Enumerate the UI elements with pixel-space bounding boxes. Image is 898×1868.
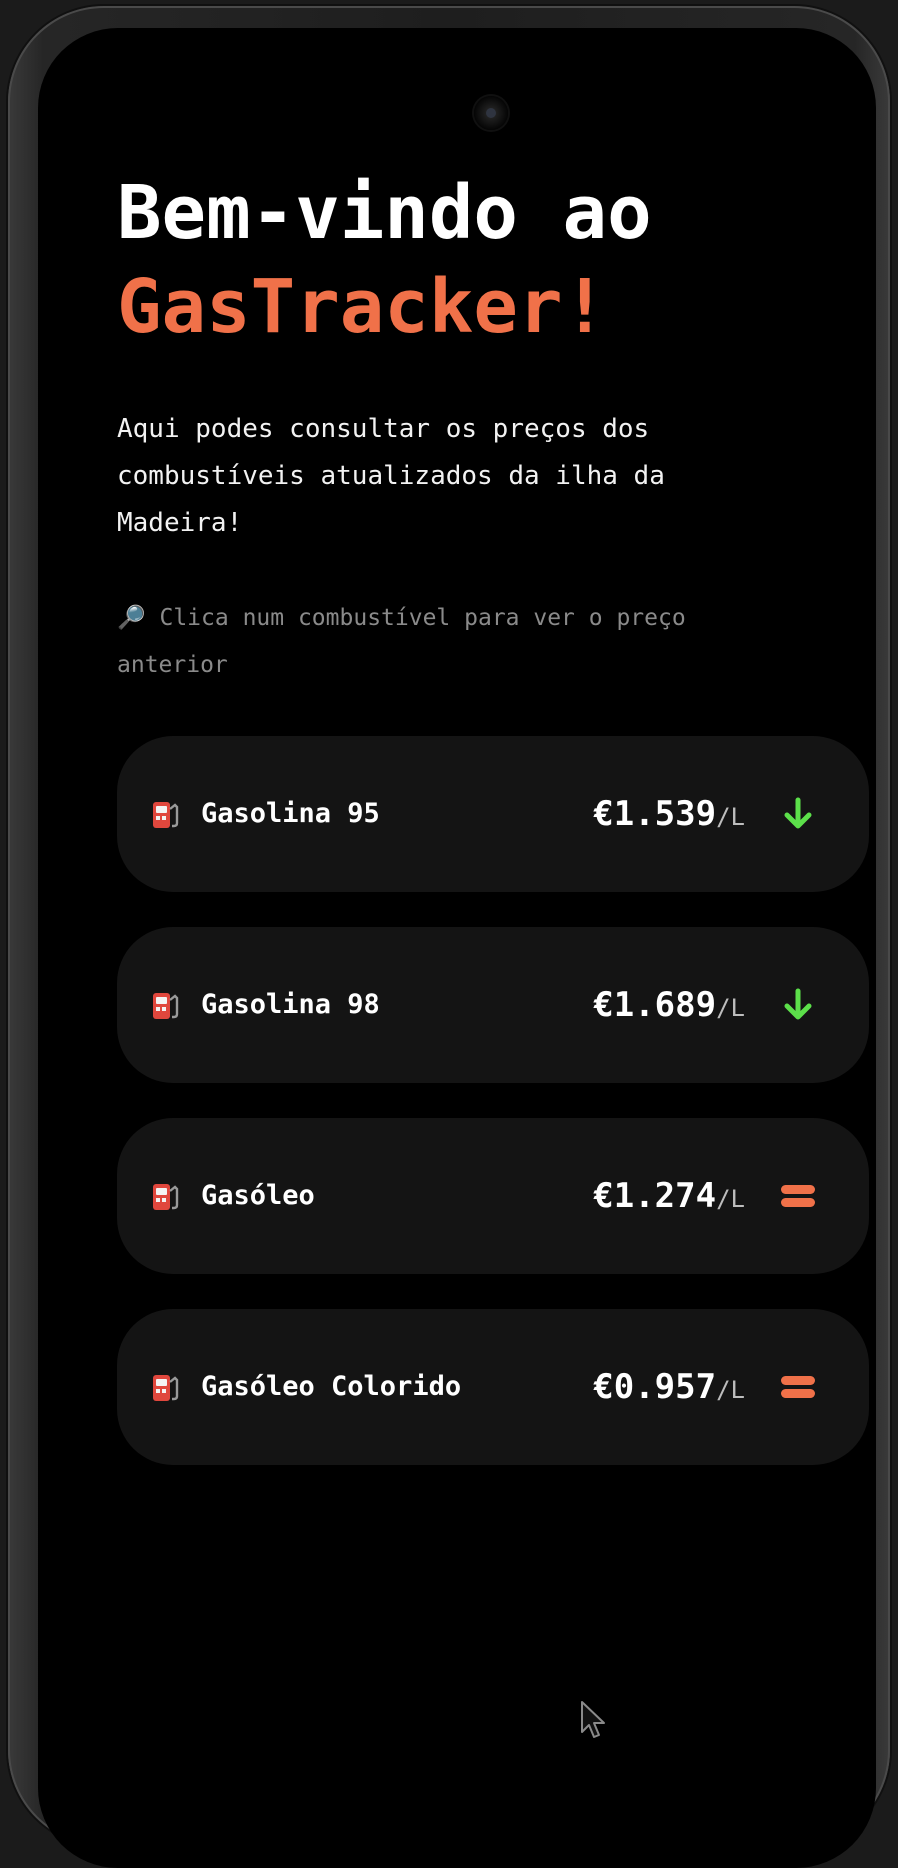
price-unit: /L bbox=[716, 994, 745, 1022]
title-line: Bem-vindo ao bbox=[117, 170, 652, 256]
arrow-down-icon bbox=[784, 797, 812, 829]
price-unit: /L bbox=[716, 803, 745, 831]
fuel-card-gasolina-95[interactable]: Gasolina 95 €1.539/L bbox=[117, 736, 869, 892]
phone-frame: Bem-vindo ao GasTracker! Aqui podes cons… bbox=[8, 6, 890, 1868]
equals-icon bbox=[781, 1376, 815, 1398]
fuel-name: Gasolina 95 bbox=[201, 798, 380, 829]
fuel-card-gasoleo[interactable]: Gasóleo €1.274/L bbox=[117, 1118, 869, 1274]
fuel-list: Gasolina 95 €1.539/L Gasolina 98 €1.689/… bbox=[117, 736, 869, 1500]
price-value: €0.957 bbox=[593, 1367, 717, 1407]
fuel-pump-icon bbox=[153, 1375, 179, 1401]
fuel-price: €1.539/L bbox=[593, 736, 745, 892]
fuel-name: Gasóleo Colorido bbox=[201, 1371, 462, 1402]
hint-text: 🔎 Clica num combustível para ver o preço… bbox=[117, 605, 686, 678]
fuel-card-gasolina-98[interactable]: Gasolina 98 €1.689/L bbox=[117, 927, 869, 1083]
fuel-pump-icon bbox=[153, 802, 179, 828]
fuel-name: Gasolina 98 bbox=[201, 989, 380, 1020]
fuel-price: €1.274/L bbox=[593, 1118, 745, 1274]
price-value: €1.689 bbox=[593, 985, 717, 1025]
equals-icon bbox=[781, 1185, 815, 1207]
fuel-name: Gasóleo bbox=[201, 1180, 315, 1211]
fuel-price: €1.689/L bbox=[593, 927, 745, 1083]
price-value: €1.274 bbox=[593, 1176, 717, 1216]
price-unit: /L bbox=[716, 1376, 745, 1404]
fuel-pump-icon bbox=[153, 993, 179, 1019]
app-screen: Bem-vindo ao GasTracker! Aqui podes cons… bbox=[38, 28, 876, 1868]
brand-name: GasTracker! bbox=[117, 264, 608, 350]
page-title: Bem-vindo ao GasTracker! bbox=[117, 166, 869, 354]
price-value: €1.539 bbox=[593, 794, 717, 834]
intro-text: Aqui podes consultar os preços dos combu… bbox=[117, 414, 665, 538]
welcome-section: Bem-vindo ao GasTracker! Aqui podes cons… bbox=[117, 166, 869, 689]
arrow-down-icon bbox=[784, 988, 812, 1020]
fuel-pump-icon bbox=[153, 1184, 179, 1210]
price-unit: /L bbox=[716, 1185, 745, 1213]
fuel-card-gasoleo-colorido[interactable]: Gasóleo Colorido €0.957/L bbox=[117, 1309, 869, 1465]
fuel-price: €0.957/L bbox=[593, 1309, 745, 1465]
front-camera bbox=[474, 96, 508, 130]
mouse-cursor-icon bbox=[581, 1701, 605, 1738]
